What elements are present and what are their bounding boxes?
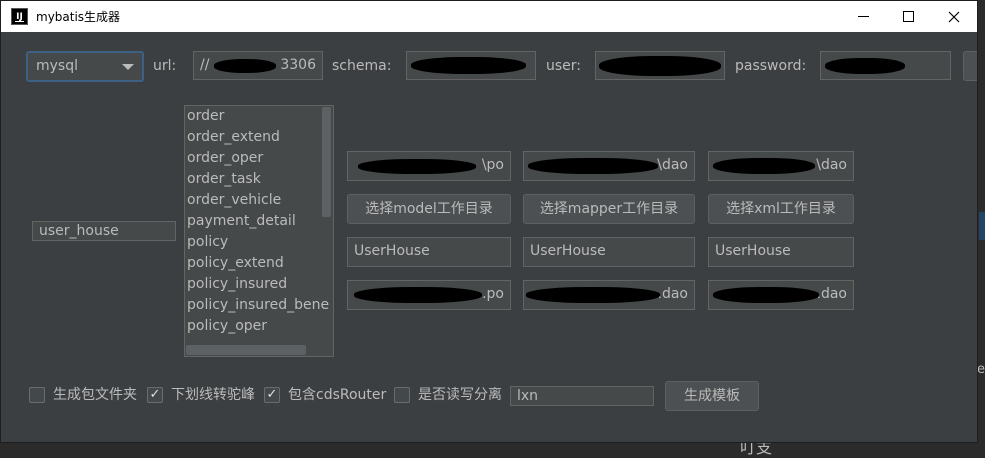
redaction-mark (825, 58, 905, 74)
model-name-input[interactable]: UserHouse (347, 237, 511, 267)
list-item[interactable]: policy_oper (185, 316, 333, 337)
url-input[interactable]: // 3306 (193, 51, 323, 80)
redaction-mark (526, 287, 660, 303)
generate-button[interactable]: 生成模板 (665, 381, 759, 411)
xml-package-suffix: .dao (816, 286, 847, 302)
mapper-package-suffix: .dao (657, 286, 688, 302)
close-button[interactable] (931, 1, 976, 32)
model-dir-suffix: \po (481, 157, 504, 173)
db-type-select[interactable]: mysql (26, 51, 144, 82)
redaction-mark (599, 56, 721, 76)
author-input[interactable]: lxn (510, 386, 654, 406)
choose-xml-dir-button[interactable]: 选择xml工作目录 (708, 194, 854, 224)
redaction-mark (411, 57, 526, 74)
include-cds-router-label: 包含cdsRouter (288, 387, 387, 403)
model-package-input[interactable]: .po (347, 280, 511, 310)
list-horizontal-scrollbar[interactable] (186, 345, 306, 355)
redaction-mark (354, 287, 482, 303)
include-cds-router-checkbox[interactable]: ✓ (264, 387, 280, 403)
url-label: url: (153, 58, 177, 74)
redaction-mark (214, 59, 276, 73)
redaction-mark (713, 158, 815, 174)
generator-window: IJ mybatis生成器 mysql url: // 3306 schema:… (0, 0, 978, 443)
list-item[interactable]: order (185, 106, 333, 127)
list-item[interactable]: order_vehicle (185, 190, 333, 211)
list-item[interactable]: policy_insured (185, 274, 333, 295)
mapper-package-input[interactable]: .dao (523, 280, 695, 310)
rw-split-label: 是否读写分离 (418, 387, 502, 403)
mapper-dir-input[interactable]: \dao (523, 151, 695, 181)
table-list[interactable]: order order_extend order_oper order_task… (184, 105, 334, 357)
minimize-icon (858, 16, 869, 17)
list-item[interactable]: policy (185, 232, 333, 253)
list-item[interactable]: order_task (185, 169, 333, 190)
background-selection-stripe (979, 212, 985, 240)
window-title: mybatis生成器 (36, 10, 121, 24)
minimize-button[interactable] (841, 1, 886, 32)
redaction-mark (528, 158, 658, 174)
list-item[interactable]: payment_detail (185, 211, 333, 232)
choose-model-dir-button[interactable]: 选择model工作目录 (347, 194, 511, 224)
xml-dir-suffix: \dao (816, 157, 847, 173)
url-value: // (200, 57, 210, 73)
table-name-input[interactable]: user_house (32, 221, 176, 241)
schema-label: schema: (332, 58, 392, 74)
underscore-camel-checkbox[interactable]: ✓ (147, 387, 163, 403)
password-input[interactable] (820, 51, 951, 80)
xml-dir-input[interactable]: \dao (708, 151, 854, 181)
list-item[interactable]: order_extend (185, 127, 333, 148)
background-edge-text: e (977, 362, 985, 377)
url-port: 3306 (280, 57, 316, 73)
list-item[interactable]: order_oper (185, 148, 333, 169)
underscore-camel-label: 下划线转驼峰 (171, 387, 255, 403)
gen-pkg-folder-checkbox[interactable] (29, 387, 45, 403)
connect-button[interactable] (963, 51, 977, 81)
model-package-suffix: .po (482, 286, 504, 302)
chevron-down-icon (122, 64, 134, 70)
db-type-value: mysql (36, 58, 78, 74)
close-icon (948, 11, 959, 22)
redaction-mark (713, 287, 819, 303)
model-dir-input[interactable]: \po (347, 151, 511, 181)
user-label: user: (546, 58, 582, 74)
check-icon: ✓ (149, 387, 161, 402)
intellij-app-icon: IJ (11, 8, 28, 25)
title-bar: IJ mybatis生成器 (1, 1, 977, 32)
password-label: password: (735, 58, 807, 74)
maximize-button[interactable] (886, 1, 931, 32)
list-item[interactable]: policy_insured_bene (185, 295, 333, 316)
schema-input[interactable] (406, 51, 536, 80)
xml-package-input[interactable]: .dao (708, 280, 854, 310)
list-item[interactable]: policy_extend (185, 253, 333, 274)
mapper-name-input[interactable]: UserHouse (523, 237, 695, 267)
user-input[interactable] (595, 51, 725, 80)
mapper-dir-suffix: \dao (657, 157, 688, 173)
check-icon: ✓ (266, 387, 278, 402)
rw-split-checkbox[interactable] (394, 387, 410, 403)
maximize-icon (903, 11, 914, 22)
choose-mapper-dir-button[interactable]: 选择mapper工作目录 (523, 194, 695, 224)
redaction-mark (358, 159, 476, 174)
gen-pkg-folder-label: 生成包文件夹 (53, 387, 137, 403)
list-vertical-scrollbar[interactable] (322, 107, 331, 217)
xml-name-input[interactable]: UserHouse (708, 237, 854, 267)
